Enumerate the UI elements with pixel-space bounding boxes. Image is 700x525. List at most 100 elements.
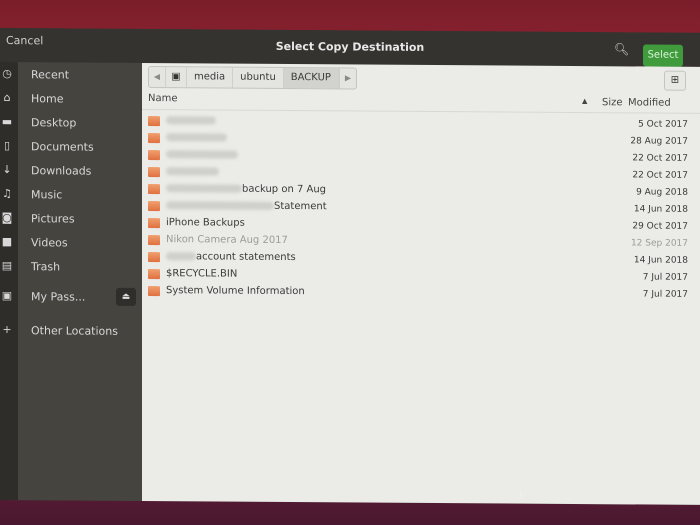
sidebar-item-label: Desktop bbox=[31, 116, 77, 130]
document-icon: ▯ bbox=[3, 139, 11, 153]
path-bar: ◀ ▣ media ubuntu BACKUP ▶ bbox=[148, 66, 357, 90]
drive-root-icon[interactable]: ▣ bbox=[166, 67, 187, 88]
file-row[interactable]: System Volume Information 7 Jul 2017 bbox=[142, 283, 700, 304]
sidebar-item-label: Trash bbox=[31, 260, 61, 274]
sidebar-item-label: Recent bbox=[31, 68, 70, 82]
file-name: account statements bbox=[166, 251, 296, 263]
file-name: $RECYCLE.BIN bbox=[166, 268, 237, 279]
file-name-text: System Volume Information bbox=[166, 285, 305, 298]
folder-icon bbox=[148, 184, 160, 195]
sidebar-item-trash[interactable]: ▤ Trash bbox=[0, 256, 142, 279]
sidebar-item-music[interactable]: ♫ Music bbox=[0, 184, 142, 207]
camera-icon: ◙ bbox=[1, 211, 13, 225]
sidebar-item-label: Other Locations bbox=[31, 324, 118, 338]
modified-date: 29 Oct 2017 bbox=[632, 221, 688, 232]
redacted-text bbox=[166, 116, 216, 125]
sidebar-item-recent[interactable]: ◷ Recent bbox=[0, 64, 142, 87]
sidebar-item-label: Documents bbox=[31, 140, 94, 154]
modified-date: 5 Oct 2017 bbox=[638, 119, 688, 130]
redacted-text bbox=[166, 184, 242, 193]
modified-date: 22 Oct 2017 bbox=[632, 153, 688, 164]
file-chooser-dialog: Cancel Select Copy Destination 🔍︎ Select… bbox=[0, 28, 700, 505]
redacted-text bbox=[166, 201, 274, 210]
header-bar: Cancel Select Copy Destination 🔍︎ Select bbox=[0, 28, 700, 67]
column-header: Name ▲ Size Modified bbox=[142, 90, 700, 114]
folder-icon bbox=[148, 150, 160, 161]
sort-ascending-icon: ▲ bbox=[582, 97, 588, 106]
sidebar-item-home[interactable]: ⌂ Home bbox=[0, 88, 142, 111]
file-name bbox=[166, 149, 238, 161]
places-sidebar: ◷ Recent ⌂ Home ▬ Desktop ▯ Documents ↓ Downloads… bbox=[0, 62, 142, 501]
path-forward-arrow-icon[interactable]: ▶ bbox=[338, 68, 356, 89]
new-folder-icon[interactable]: ⊞ bbox=[664, 70, 686, 91]
file-name: Statement bbox=[166, 200, 327, 212]
modified-date: 12 Sep 2017 bbox=[630, 238, 688, 249]
file-name: Nikon Camera Aug 2017 bbox=[166, 234, 288, 246]
file-name: backup on 7 Aug bbox=[166, 183, 326, 195]
folder-icon bbox=[148, 235, 160, 246]
folder-icon bbox=[148, 116, 160, 127]
folder-icon: ▬ bbox=[1, 115, 13, 129]
file-list-pane: ◀ ▣ media ubuntu BACKUP ▶ ⊞ Name ▲ Size … bbox=[142, 62, 700, 505]
path-segment-backup[interactable]: BACKUP bbox=[283, 67, 339, 89]
sidebar-item-label: Home bbox=[31, 92, 64, 106]
path-segment-ubuntu[interactable]: ubuntu bbox=[233, 67, 284, 88]
file-name bbox=[166, 166, 219, 177]
file-name bbox=[166, 115, 216, 126]
search-icon[interactable]: 🔍︎ bbox=[614, 42, 630, 58]
sidebar-item-label: Music bbox=[31, 188, 63, 202]
modified-date: 9 Aug 2018 bbox=[636, 187, 688, 198]
folder-icon bbox=[148, 269, 160, 280]
sidebar-item-pictures[interactable]: ◙ Pictures bbox=[0, 208, 142, 231]
redacted-text bbox=[166, 150, 238, 159]
sidebar-item-label: Pictures bbox=[31, 212, 75, 226]
sidebar-item-label: Downloads bbox=[31, 164, 92, 178]
file-name-text: $RECYCLE.BIN bbox=[166, 268, 238, 280]
folder-icon bbox=[148, 218, 160, 229]
file-name-text: Statement bbox=[274, 200, 327, 213]
redacted-text bbox=[166, 252, 196, 261]
drive-icon: ▣ bbox=[1, 289, 13, 303]
sidebar-item-desktop[interactable]: ▬ Desktop bbox=[0, 112, 142, 135]
file-name: iPhone Backups bbox=[166, 217, 245, 229]
file-name-text: iPhone Backups bbox=[166, 217, 245, 229]
drop-cursor-icon: ⤓ bbox=[518, 486, 524, 500]
sidebar-item-downloads[interactable]: ↓ Downloads bbox=[0, 160, 142, 183]
modified-date: 14 Jun 2018 bbox=[633, 255, 688, 266]
folder-icon bbox=[148, 201, 160, 212]
dialog-title: Select Copy Destination bbox=[275, 39, 425, 54]
folder-icon bbox=[148, 167, 160, 178]
file-name-text: Nikon Camera Aug 2017 bbox=[166, 234, 288, 247]
file-name: System Volume Information bbox=[166, 285, 305, 297]
folder-icon bbox=[148, 252, 160, 263]
redacted-text bbox=[166, 167, 219, 176]
redacted-text bbox=[166, 133, 227, 142]
folder-icon bbox=[148, 133, 160, 144]
video-icon: ■ bbox=[1, 235, 13, 249]
path-segment-media[interactable]: media bbox=[187, 67, 234, 88]
eject-icon[interactable]: ⏏ bbox=[116, 287, 136, 306]
file-rows: 5 Oct 2017 28 Aug 2017 22 Oct 2017 22 Oct 2… bbox=[142, 113, 700, 304]
sidebar-item-documents[interactable]: ▯ Documents bbox=[0, 136, 142, 159]
sidebar-item-videos[interactable]: ■ Videos bbox=[0, 232, 142, 255]
home-icon: ⌂ bbox=[3, 91, 11, 105]
music-icon: ♫ bbox=[2, 187, 12, 201]
download-icon: ↓ bbox=[2, 163, 12, 177]
path-back-arrow-icon[interactable]: ◀ bbox=[149, 67, 166, 88]
sidebar-item-other-locations[interactable]: + Other Locations bbox=[0, 320, 142, 343]
column-modified[interactable]: Modified bbox=[628, 97, 671, 108]
plus-icon: + bbox=[2, 323, 12, 337]
sidebar-item-my-pass[interactable]: ▣ My Pass... ⏏ bbox=[0, 286, 142, 309]
select-button[interactable]: Select bbox=[643, 44, 683, 67]
modified-date: 7 Jul 2017 bbox=[642, 289, 688, 300]
modified-date: 7 Jul 2017 bbox=[642, 272, 688, 283]
modified-date: 14 Jun 2018 bbox=[633, 204, 688, 215]
column-name[interactable]: Name bbox=[148, 93, 178, 104]
clock-icon: ◷ bbox=[2, 67, 12, 81]
trash-icon: ▤ bbox=[1, 259, 13, 273]
modified-date: 28 Aug 2017 bbox=[630, 136, 688, 147]
column-size[interactable]: Size bbox=[602, 97, 623, 108]
modified-date: 22 Oct 2017 bbox=[632, 170, 688, 181]
sidebar-item-label: Videos bbox=[31, 236, 68, 250]
file-name-text: backup on 7 Aug bbox=[242, 183, 327, 196]
